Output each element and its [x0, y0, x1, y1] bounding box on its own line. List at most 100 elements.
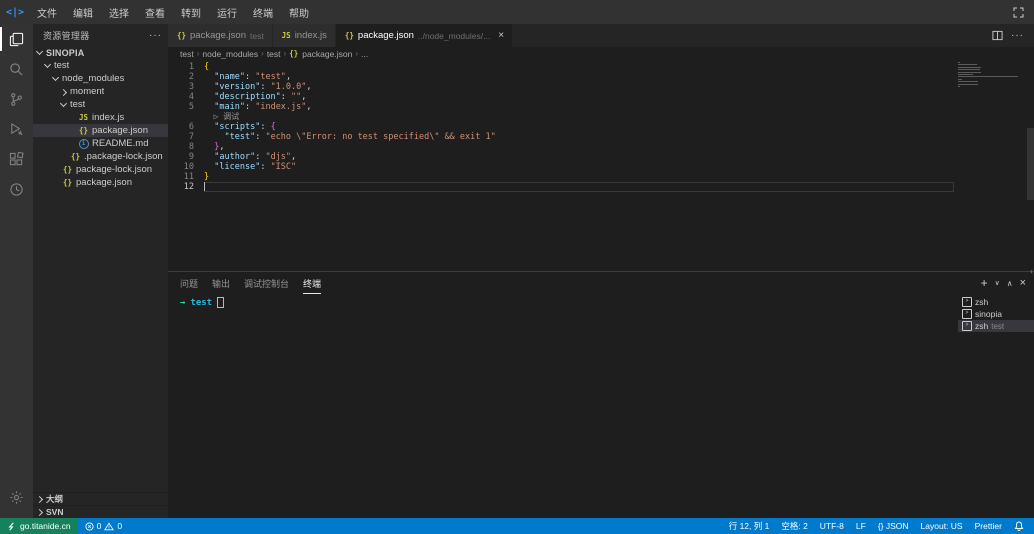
breadcrumb-item[interactable]: test [267, 49, 281, 59]
breadcrumb-separator-icon: › [355, 49, 358, 58]
line-content: "description": "", [204, 92, 954, 102]
tree-item-label: SINOPIA [46, 48, 84, 58]
terminal-suffix: test [991, 322, 1004, 331]
close-icon[interactable]: × [498, 30, 504, 41]
code-editor[interactable]: 1{2 "name": "test",3 "version": "1.0.0",… [168, 60, 1034, 271]
menu-item[interactable]: 转到 [174, 2, 208, 23]
code-line: 12 [168, 182, 954, 192]
more-actions-icon[interactable]: ··· [149, 30, 162, 41]
menu-item[interactable]: 选择 [102, 2, 136, 23]
warning-count: 0 [117, 521, 122, 531]
tree-item[interactable]: {}package.json [33, 176, 168, 189]
status-item[interactable]: Layout: US [921, 521, 963, 531]
panel-tab[interactable]: 终端 [303, 273, 321, 294]
more-actions-icon[interactable]: ··· [1011, 30, 1024, 41]
line-number [168, 112, 204, 122]
editor-tab[interactable]: {}package.json../node_modules/...× [336, 24, 513, 47]
panel-tab[interactable]: 问题 [180, 273, 198, 294]
code-line: ▷ 调试 [168, 112, 954, 122]
panel-tab[interactable]: 调试控制台 [244, 273, 289, 294]
indent-spacer [68, 127, 76, 135]
status-item[interactable]: 空格: 2 [781, 520, 807, 532]
tree-item[interactable]: {}.package-lock.json [33, 150, 168, 163]
minimap[interactable] [958, 62, 1020, 91]
status-item[interactable]: UTF-8 [820, 521, 844, 531]
minimap-line [958, 79, 962, 80]
terminal-list-item[interactable]: >sinopia [958, 308, 1034, 320]
line-number: 7 [168, 132, 204, 142]
code-token: "ISC" [271, 162, 297, 172]
status-item[interactable]: {} JSON [878, 521, 909, 531]
json-file-icon: {} [62, 178, 73, 187]
editor-tab[interactable]: {}package.jsontest [168, 24, 273, 47]
remote-indicator[interactable]: go.titanide.cn [0, 518, 78, 534]
code-token: "name" [214, 72, 245, 82]
breadcrumb-item[interactable]: package.json [302, 49, 352, 59]
panel-tab[interactable]: 输出 [212, 273, 230, 294]
tree-item[interactable]: SINOPIA [33, 46, 168, 59]
codelens-debug[interactable]: ▷ 调试 [204, 112, 954, 122]
menu-item[interactable]: 终端 [246, 2, 280, 23]
minimap-line [958, 69, 980, 70]
menu-item[interactable]: 帮助 [282, 2, 316, 23]
source-control-icon[interactable] [0, 84, 33, 114]
tree-item[interactable]: test [33, 98, 168, 111]
line-content: "test": "echo \"Error: no test specified… [204, 132, 954, 142]
app-logo-icon: <|> [0, 7, 30, 18]
status-item[interactable]: 行 12, 列 1 [729, 520, 770, 532]
breadcrumb-item[interactable]: ... [361, 49, 368, 59]
terminal-list-item[interactable]: >zshtest [958, 320, 1034, 332]
tree-item[interactable]: moment [33, 85, 168, 98]
menu-bar: 文件编辑选择查看转到运行终端帮助 [30, 2, 316, 23]
explorer-icon[interactable] [0, 24, 33, 54]
status-item[interactable]: LF [856, 521, 866, 531]
tree-item[interactable]: {}package-lock.json [33, 163, 168, 176]
clock-icon[interactable] [0, 174, 33, 204]
problems-status[interactable]: 0 0 [78, 521, 129, 531]
status-item[interactable]: Prettier [975, 521, 1002, 531]
breadcrumb[interactable]: test›node_modules›test›{}package.json›..… [168, 47, 1034, 60]
new-terminal-icon[interactable]: + [981, 276, 988, 290]
menu-item[interactable]: 编辑 [66, 2, 100, 23]
run-debug-icon[interactable] [0, 114, 33, 144]
code-token: : [255, 152, 265, 162]
sidebar-title: 资源管理器 [43, 29, 90, 42]
menu-item[interactable]: 运行 [210, 2, 244, 23]
terminal-icon: > [962, 321, 972, 331]
code-token: "scripts" [214, 122, 260, 132]
tree-item[interactable]: iREADME.md [33, 137, 168, 150]
extensions-icon[interactable] [0, 144, 33, 174]
sidebar-section-svn[interactable]: SVN [33, 505, 168, 518]
terminal-list-item[interactable]: >zsh [958, 296, 1034, 308]
tree-item-label: package.json [76, 177, 132, 188]
sidebar-section-outline[interactable]: 大纲 [33, 492, 168, 505]
code-line: 4 "description": "", [168, 92, 954, 102]
split-editor-icon[interactable] [992, 30, 1003, 41]
maximize-panel-icon[interactable]: ∧ [1007, 279, 1013, 288]
code-line: 8 }, [168, 142, 954, 152]
editor-scrollbar[interactable] [1027, 128, 1034, 200]
breadcrumb-item[interactable]: test [180, 49, 194, 59]
tree-item[interactable]: node_modules [33, 72, 168, 85]
terminal-dropdown-icon[interactable]: ∨ [995, 279, 1000, 287]
code-token: "author" [214, 152, 255, 162]
editor-tab[interactable]: JSindex.js [273, 24, 336, 47]
close-panel-icon[interactable]: × [1020, 277, 1026, 289]
collapse-panel-icon[interactable]: ‹ [1030, 266, 1033, 276]
line-number: 5 [168, 102, 204, 112]
fullscreen-icon[interactable] [1013, 7, 1024, 18]
notifications-bell-icon[interactable] [1014, 521, 1024, 531]
code-token: } [204, 172, 209, 182]
tree-item[interactable]: {}package.json [33, 124, 168, 137]
tree-item[interactable]: JSindex.js [33, 111, 168, 124]
minimap-line [958, 76, 1018, 77]
breadcrumb-item[interactable]: node_modules [202, 49, 258, 59]
search-icon[interactable] [0, 54, 33, 84]
section-label: 大纲 [46, 493, 63, 505]
terminal-prompt-path: test [190, 298, 212, 308]
tree-item[interactable]: test [33, 59, 168, 72]
settings-gear-icon[interactable] [0, 482, 33, 512]
terminal-output[interactable]: →test [168, 294, 958, 518]
menu-item[interactable]: 文件 [30, 2, 64, 23]
menu-item[interactable]: 查看 [138, 2, 172, 23]
